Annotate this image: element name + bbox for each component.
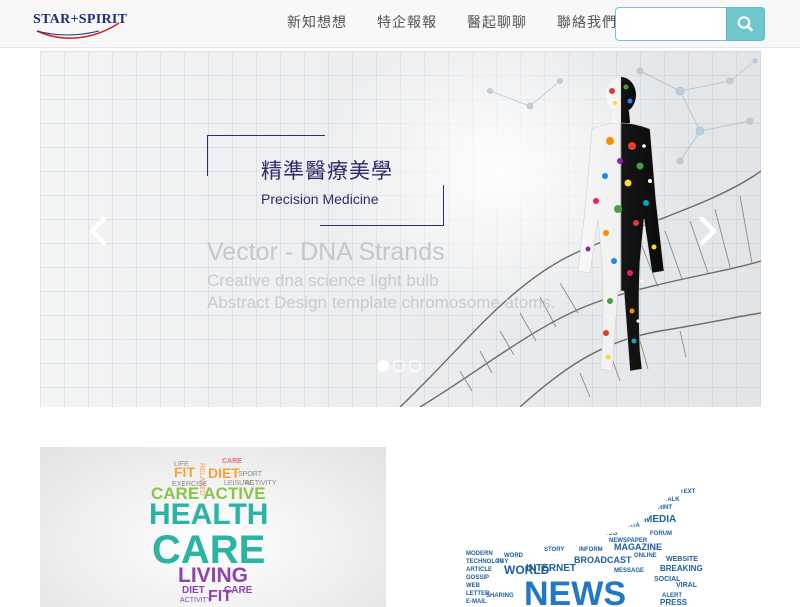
news-big-word: NEWS	[524, 575, 626, 607]
news-cloud-word: BLOG	[600, 531, 618, 537]
top-navbar: STAR+SPIRIT 新知想想 特企報報 醫起聊聊 聯絡我們	[0, 0, 800, 48]
carousel-prev-button[interactable]	[84, 211, 114, 251]
slide-title-zh: 精準醫療美學	[261, 159, 393, 183]
news-cloud-word: BREAKING	[660, 564, 703, 573]
word-cloud-word: ACTIVITY	[180, 597, 212, 604]
word-cloud-word: LIVING	[178, 564, 249, 587]
nav-item-medical-chat[interactable]: 醫起聊聊	[452, 0, 542, 48]
carousel-next-button[interactable]	[692, 211, 722, 251]
health-care-tile[interactable]: LIFE RELAXED EXERCISE SPORT LEISURE ACTI…	[40, 447, 386, 607]
news-cloud-word: PRESS	[660, 598, 688, 607]
news-cloud-word: WEBSITE	[666, 556, 698, 563]
news-cloud-word: ONLINE	[634, 553, 657, 559]
hero-carousel[interactable]: 精準醫療美學 Precision Medicine Vector - DNA S…	[40, 51, 761, 407]
news-cloud-word: SHARING	[486, 593, 514, 599]
word-cloud-word: DIET	[182, 585, 205, 596]
nav-item-news-thoughts[interactable]: 新知想想	[272, 0, 362, 48]
slide-ghost-line: Creative dna science light bulb	[207, 271, 439, 290]
news-cloud-word: STORY	[544, 547, 564, 553]
news-cloud-word: PRINT	[654, 505, 672, 511]
search-button[interactable]	[726, 7, 765, 41]
main-nav: 新知想想 特企報報 醫起聊聊 聯絡我們	[272, 0, 632, 48]
news-cloud-word: TV	[496, 559, 504, 565]
news-cloud-word: BROADCAST	[574, 555, 632, 565]
news-word-cloud: MODERN TECHNOLOGY ARTICLE GOSSIP WEB LET…	[466, 489, 703, 607]
carousel-indicator-3[interactable]	[409, 360, 421, 372]
nav-item-features[interactable]: 特企報報	[362, 0, 452, 48]
logo-text: STAR+SPIRIT	[33, 12, 128, 27]
word-cloud-word: FIT	[174, 464, 195, 480]
carousel-indicator-2[interactable]	[393, 360, 405, 372]
chevron-right-icon	[699, 216, 717, 246]
news-cloud-word: TEXT	[680, 489, 696, 495]
news-cloud-word: ARTICLE	[466, 567, 492, 573]
word-cloud-word: CARE	[222, 458, 242, 465]
word-cloud-word: CARE	[224, 585, 253, 596]
carousel-indicators	[377, 360, 427, 372]
word-cloud-word: DIET	[208, 465, 240, 481]
news-cloud-word: NEWSPAPER	[609, 538, 648, 544]
news-cloud-word: INTERNET	[526, 563, 576, 574]
dna-human-illustration	[399, 58, 761, 407]
news-cloud-word: VIRAL	[676, 582, 698, 589]
slide-ghost-title: Vector - DNA Strands	[207, 238, 445, 266]
news-cloud-word: TALK	[664, 497, 680, 503]
news-cloud-word: INFORM	[579, 547, 603, 553]
news-cloud-word: MEDIA	[644, 514, 676, 525]
news-cloud-word: WORD	[504, 553, 524, 559]
news-tile[interactable]: MODERN TECHNOLOGY ARTICLE GOSSIP WEB LET…	[414, 447, 761, 607]
news-cloud-word: FORUM	[650, 531, 672, 537]
slide-ghost-line: Abstract Design template chromosome atom…	[207, 293, 556, 312]
carousel-indicator-1[interactable]	[377, 360, 389, 372]
news-cloud-word: WEB	[466, 583, 481, 589]
word-cloud-health: HEALTH	[149, 498, 269, 531]
brand-logo[interactable]: STAR+SPIRIT	[33, 9, 128, 39]
news-cloud-word: GOSSIP	[466, 575, 489, 581]
search-icon	[737, 16, 753, 32]
search-input[interactable]	[615, 7, 727, 41]
news-cloud-word: DATA	[624, 523, 640, 529]
news-cloud-word: MESSAGE	[614, 568, 644, 574]
chevron-left-icon	[89, 216, 107, 246]
word-cloud-word: SPORT	[238, 471, 262, 478]
slide-title-en: Precision Medicine	[261, 191, 379, 207]
news-cloud-word: MODERN	[466, 551, 493, 557]
